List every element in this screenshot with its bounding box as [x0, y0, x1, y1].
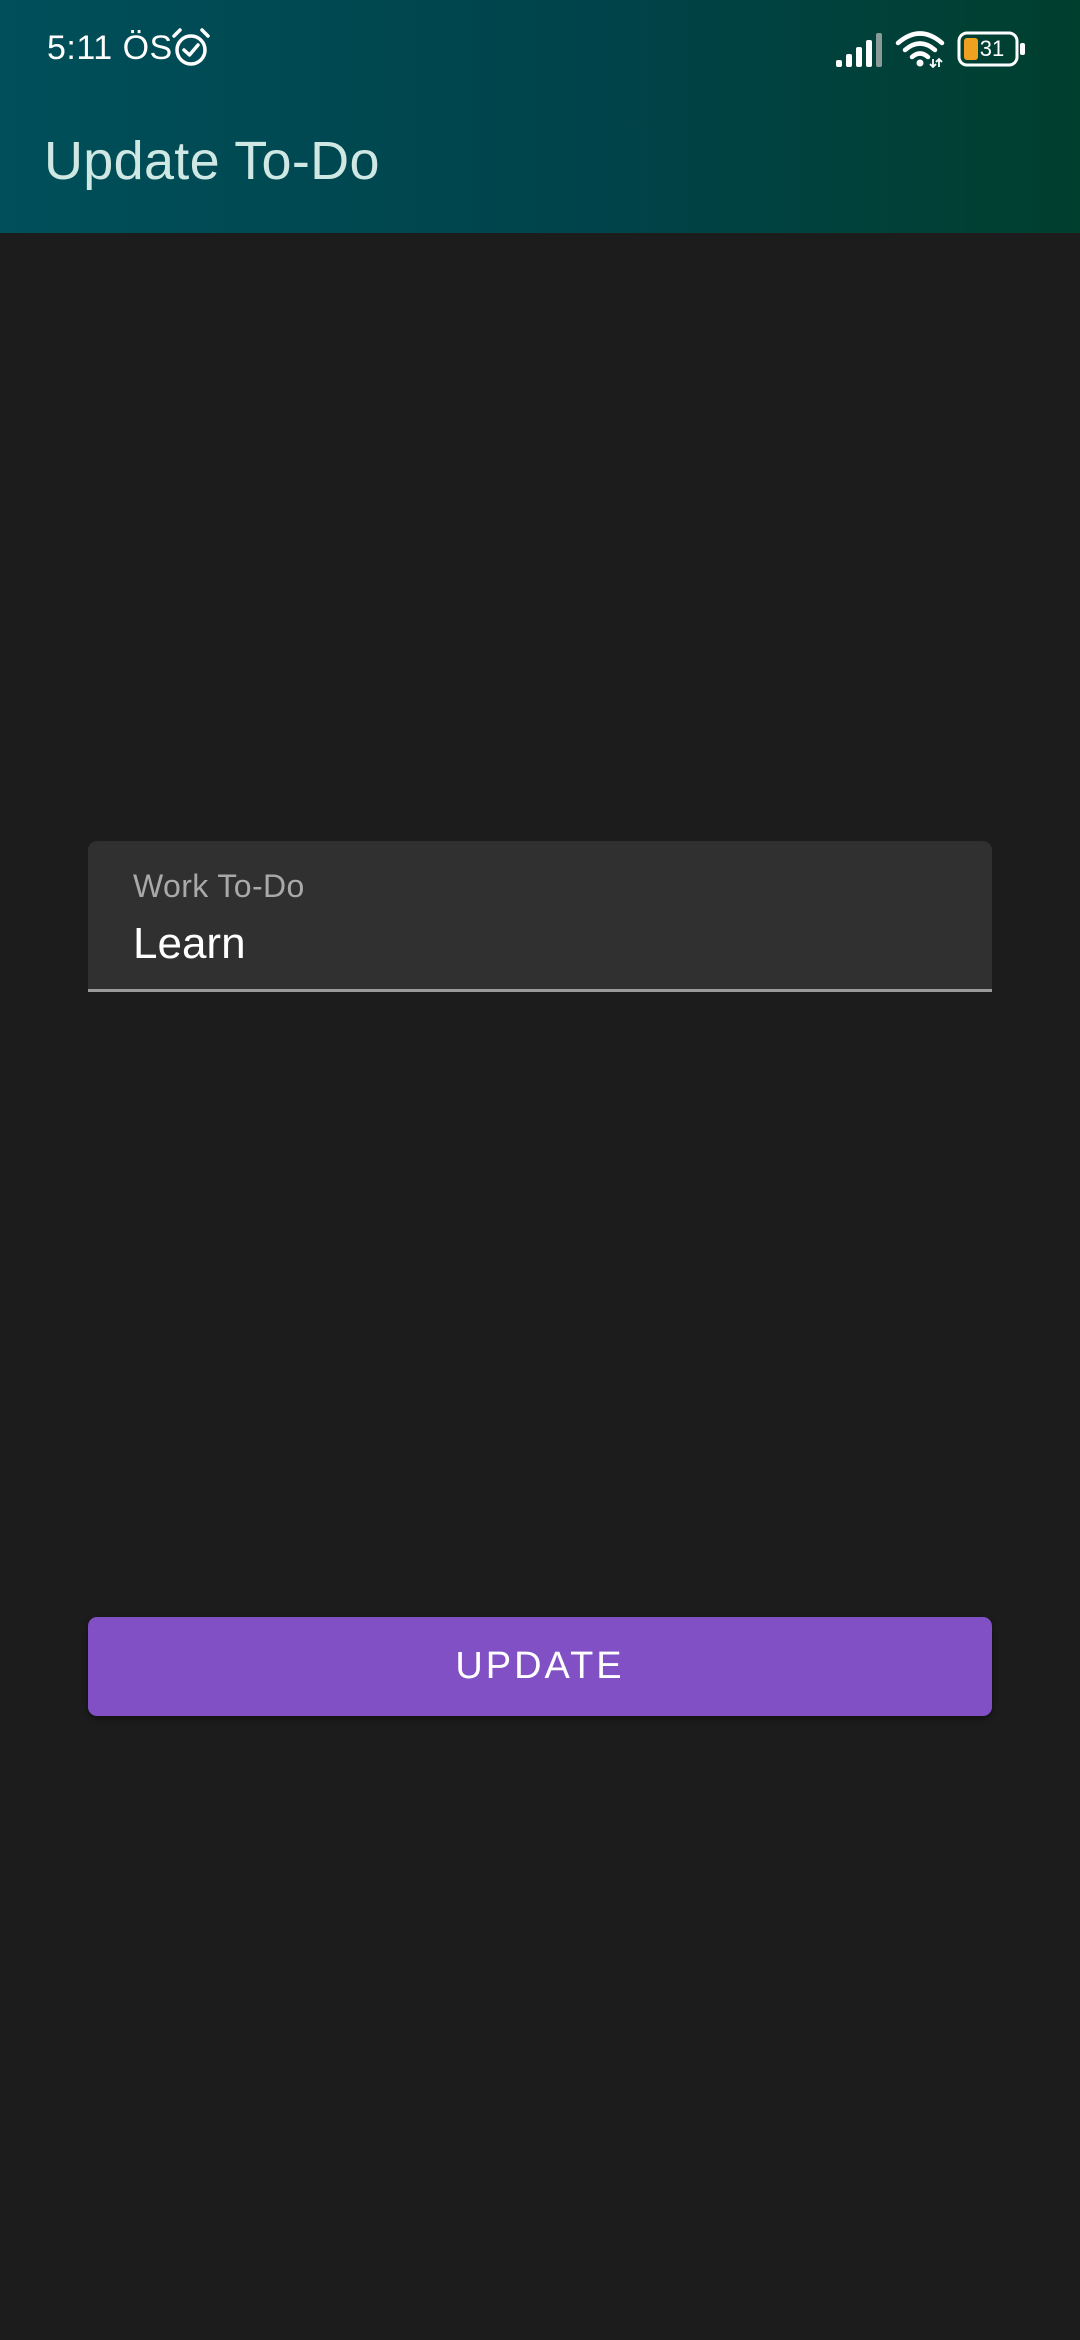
work-todo-field[interactable]: Work To-Do [88, 841, 992, 992]
cellular-signal-icon [836, 33, 882, 67]
battery-level: 31 [979, 36, 1005, 61]
page-title: Update To-Do [44, 131, 380, 191]
work-todo-input[interactable] [133, 916, 933, 972]
alarm-clock-icon [172, 28, 210, 66]
status-time: 5:11 ÖS [47, 29, 173, 67]
work-todo-field-label: Work To-Do [133, 868, 305, 904]
update-todo-screen: 5:11 ÖS 31 Update To-Do Work To-Do Learn… [0, 0, 1080, 2340]
update-button[interactable]: UPDATE [88, 1617, 992, 1716]
app-bar: 5:11 ÖS 31 Update To-Do [0, 0, 1080, 233]
wifi-icon [895, 31, 945, 68]
status-bar: 5:11 ÖS 31 [0, 0, 1080, 100]
